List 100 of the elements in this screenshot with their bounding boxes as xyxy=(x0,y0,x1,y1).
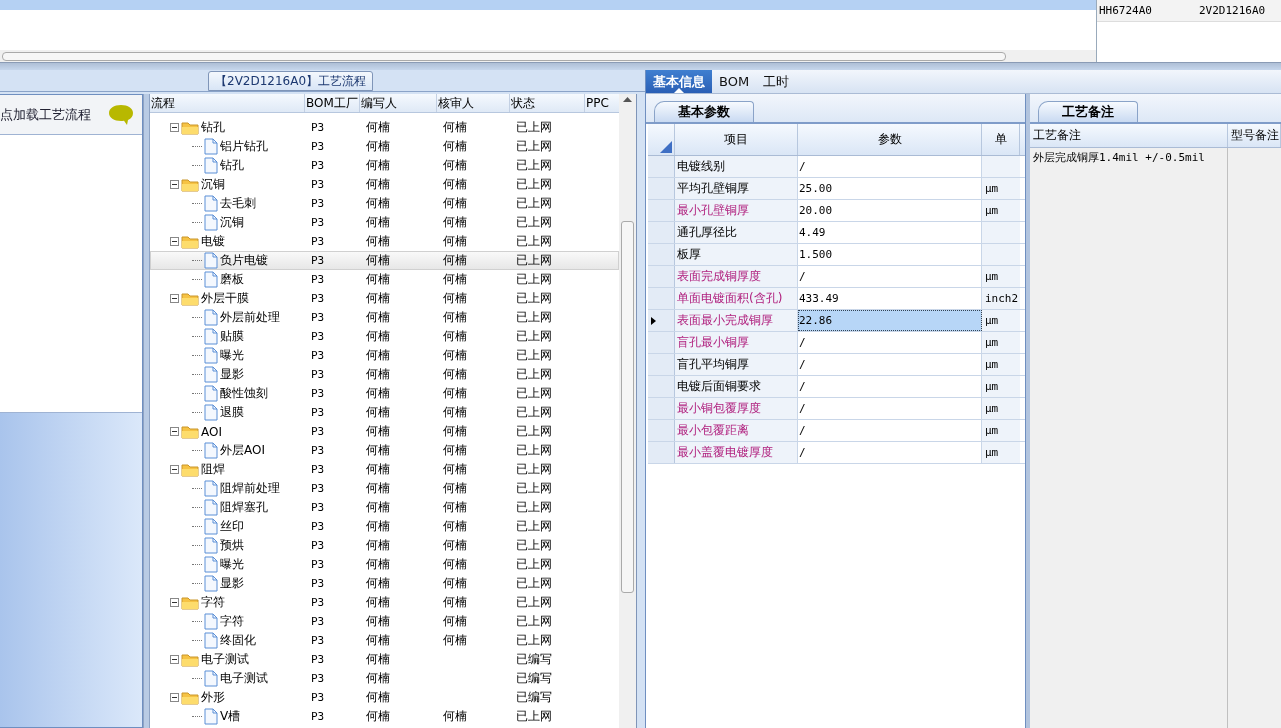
collapse-icon[interactable] xyxy=(170,465,179,474)
splitter[interactable] xyxy=(0,62,1281,70)
tab[interactable]: 基本信息 xyxy=(646,70,712,93)
table-cell-text: 何楠 xyxy=(442,556,468,573)
column-header[interactable]: 单 xyxy=(982,124,1020,155)
parameter-value[interactable]: 25.00 xyxy=(798,178,982,199)
column-header[interactable]: 项目 xyxy=(675,124,798,155)
table-cell-text: 已上网 xyxy=(515,271,553,288)
table-cell-text: 何楠 xyxy=(365,423,391,440)
table-cell-text: P3 xyxy=(310,614,326,630)
table-cell-text: 何楠 xyxy=(365,708,391,725)
table-cell-text: 何楠 xyxy=(365,309,391,326)
parameter-value[interactable]: / xyxy=(798,156,982,177)
folder-icon xyxy=(181,234,199,249)
column-header[interactable]: 核审人 xyxy=(437,94,510,112)
parameter-name: 通孔厚径比 xyxy=(677,224,737,241)
table-cell-text: 已上网 xyxy=(515,119,553,136)
group-title: 【2V2D1216A0】工艺流程 xyxy=(208,71,374,91)
tab[interactable]: 工艺备注 xyxy=(1038,101,1138,122)
parameter-value[interactable]: / xyxy=(798,332,982,353)
tree-row[interactable]: 负片电镀 P3 何楠 何楠 已上网 xyxy=(150,251,619,270)
document-icon xyxy=(204,708,218,725)
parameter-value[interactable]: / xyxy=(798,376,982,397)
parameter-value[interactable]: / xyxy=(798,354,982,375)
parameter-value[interactable]: 20.00 xyxy=(798,200,982,221)
table-cell-text: 已上网 xyxy=(515,594,553,611)
table-cell-text: P3 xyxy=(310,310,326,326)
parameter-value[interactable]: / xyxy=(798,442,982,463)
collapse-icon[interactable] xyxy=(170,427,179,436)
column-header[interactable]: BOM工厂 xyxy=(305,94,360,112)
table-cell-text: P3 xyxy=(310,652,326,668)
table-cell-text: 何楠 xyxy=(365,252,391,269)
step-name: 电子测试 xyxy=(201,651,249,668)
table-cell-text: 已上网 xyxy=(515,309,553,326)
table-cell-text: 何楠 xyxy=(442,138,468,155)
collapse-icon[interactable] xyxy=(170,655,179,664)
table-cell-text: 何楠 xyxy=(365,442,391,459)
document-icon xyxy=(204,442,218,459)
row-header[interactable] xyxy=(648,310,675,331)
column-header[interactable]: 状态 xyxy=(510,94,585,112)
parameter-value[interactable]: 22.86 xyxy=(798,310,982,331)
column-header[interactable]: 型号备注 xyxy=(1228,124,1281,147)
table-cell-text: P3 xyxy=(310,367,326,383)
table-cell-text: 何楠 xyxy=(365,366,391,383)
splitter[interactable] xyxy=(143,94,150,728)
table-cell-text: 何楠 xyxy=(365,575,391,592)
document-icon xyxy=(204,518,218,535)
table-cell-text: P3 xyxy=(310,139,326,155)
unit-cell: μm xyxy=(982,442,1020,463)
document-icon xyxy=(204,328,218,345)
table-cell-text: 已上网 xyxy=(515,328,553,345)
parameter-value[interactable]: / xyxy=(798,398,982,419)
unit-cell xyxy=(982,156,1020,177)
table-cell-text: 何楠 xyxy=(442,537,468,554)
note-text: 外层完成铜厚1.4mil +/-0.5mil xyxy=(1033,150,1206,165)
collapse-icon[interactable] xyxy=(170,294,179,303)
table-cell-text: 何楠 xyxy=(365,480,391,497)
table-cell-text: 何楠 xyxy=(442,404,468,421)
collapse-icon[interactable] xyxy=(170,180,179,189)
step-name: 外层干膜 xyxy=(201,290,249,307)
horizontal-scrollbar[interactable] xyxy=(0,50,1096,62)
column-header[interactable]: 工艺备注 xyxy=(1030,124,1228,147)
parameter-value[interactable]: 433.49 xyxy=(798,288,982,309)
step-name: 沉铜 xyxy=(201,176,225,193)
parameter-name: 表面最小完成铜厚 xyxy=(677,312,773,329)
collapse-icon[interactable] xyxy=(170,123,179,132)
corner-icon xyxy=(660,141,672,153)
table-cell-text: P3 xyxy=(310,177,326,193)
document-icon xyxy=(204,499,218,516)
tab[interactable]: 工时 xyxy=(756,70,797,93)
parameter-value[interactable]: / xyxy=(798,266,982,287)
speech-bubble-icon[interactable] xyxy=(108,103,134,126)
step-name: 显影 xyxy=(220,366,244,383)
parameter-value[interactable]: 4.49 xyxy=(798,222,982,243)
column-header[interactable]: 流程 xyxy=(150,94,305,112)
table-cell-text: 何楠 xyxy=(442,214,468,231)
vertical-scrollbar[interactable] xyxy=(619,94,636,728)
parameter-value[interactable]: / xyxy=(798,420,982,441)
table-cell-text: P3 xyxy=(310,709,326,725)
table-cell-text: P3 xyxy=(310,519,326,535)
table-cell-text: 何楠 xyxy=(365,651,391,668)
parameter-value[interactable]: 1.500 xyxy=(798,244,982,265)
column-header[interactable]: 编写人 xyxy=(360,94,437,112)
table-cell-text: 何楠 xyxy=(442,119,468,136)
step-name: 磨板 xyxy=(220,271,244,288)
tab[interactable]: BOM xyxy=(712,70,757,93)
step-name: 酸性蚀刻 xyxy=(220,385,268,402)
selected-row[interactable] xyxy=(0,0,1096,10)
table-cell-text: 何楠 xyxy=(442,708,468,725)
step-name: V槽 xyxy=(220,708,241,725)
tab[interactable]: 基本参数 xyxy=(654,101,754,122)
collapse-icon[interactable] xyxy=(170,693,179,702)
table-cell-text: 何楠 xyxy=(442,594,468,611)
column-header[interactable]: 参数 xyxy=(798,124,982,155)
collapse-icon[interactable] xyxy=(170,237,179,246)
table-cell-text: 已上网 xyxy=(515,480,553,497)
table-cell-text: 已上网 xyxy=(515,613,553,630)
collapse-icon[interactable] xyxy=(170,598,179,607)
folder-icon xyxy=(181,424,199,439)
table-cell-text: 何楠 xyxy=(365,347,391,364)
